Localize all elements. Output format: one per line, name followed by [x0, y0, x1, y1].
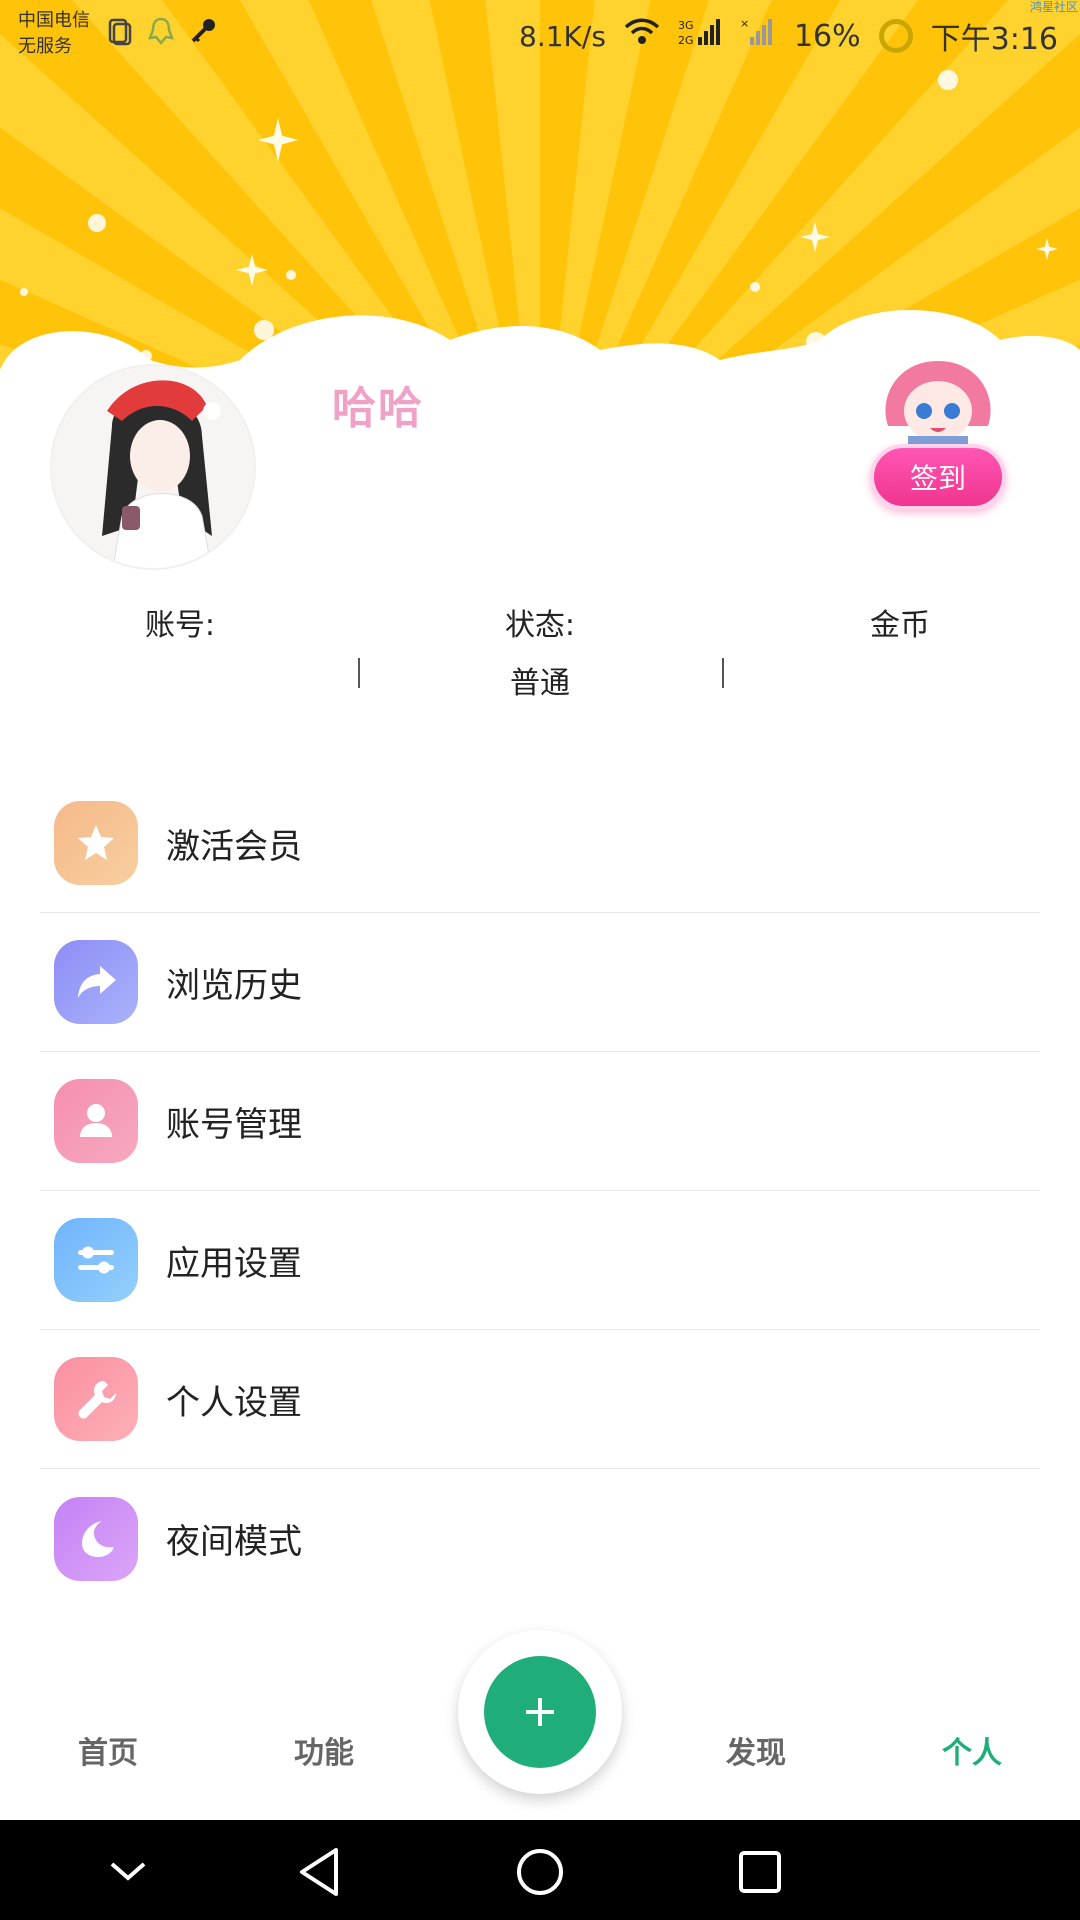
svg-text:×: ×: [740, 17, 749, 30]
add-button[interactable]: [484, 1656, 596, 1768]
carrier-info: 中国电信 无服务: [18, 8, 90, 60]
person-icon: [54, 1079, 138, 1163]
menu-item-history[interactable]: 浏览历史: [40, 913, 1040, 1052]
sparkle-dot: [750, 282, 760, 292]
tab-discover[interactable]: 发现: [648, 1728, 864, 1772]
recents-square-icon: [739, 1851, 781, 1893]
home-button[interactable]: [512, 1844, 568, 1900]
carrier-service: 无服务: [18, 36, 72, 57]
chevron-down-icon: [110, 1862, 146, 1881]
tab-features[interactable]: 功能: [216, 1728, 432, 1772]
status-notification-icons: [104, 16, 218, 46]
menu-item-app-settings[interactable]: 应用设置: [40, 1191, 1040, 1330]
sparkle-dot: [286, 270, 296, 280]
svg-text:3G: 3G: [678, 19, 694, 32]
signal-3g2g-icon: 3G 2G: [678, 17, 722, 55]
sparkle-dot: [88, 214, 106, 232]
recents-button[interactable]: [732, 1844, 788, 1900]
stats-row: 账号: 状态: 普通 金币: [0, 600, 1080, 701]
battery-percent: 16%: [793, 18, 861, 54]
net-speed: 8.1K/s: [519, 19, 606, 53]
share-arrow-icon: [54, 940, 138, 1024]
menu-item-label: 个人设置: [166, 1382, 302, 1423]
sparkle-star-icon: [258, 118, 298, 162]
key-icon: [188, 16, 218, 46]
system-nav-bar: [0, 1820, 1080, 1920]
svg-text:2G: 2G: [678, 34, 694, 47]
menu-item-activate-vip[interactable]: 激活会员: [40, 774, 1040, 913]
stat-coins: 金币: [720, 600, 1080, 694]
menu-item-night-mode[interactable]: 夜间模式: [40, 1469, 1040, 1608]
home-circle-icon: [517, 1849, 563, 1895]
wifi-icon: [624, 18, 660, 54]
menu-item-label: 激活会员: [166, 826, 302, 867]
signal-no-service-icon: ×: [740, 17, 776, 55]
stat-divider: [722, 658, 724, 688]
clock: 下午3:16: [930, 22, 1058, 57]
stat-coins-value: [720, 658, 1080, 694]
back-button[interactable]: [292, 1844, 348, 1900]
menu-item-label: 夜间模式: [166, 1522, 302, 1562]
sparkle-star-icon: [1036, 238, 1058, 260]
qq-icon: [146, 16, 176, 46]
plus-icon: [526, 1698, 554, 1726]
stat-account-value: [0, 658, 360, 694]
sparkle-dot: [20, 288, 28, 296]
status-bar: 中国电信 无服务 8.1K/s 3G 2G × 16% 下午3:16 鸿星社区: [0, 0, 1080, 72]
carrier-name: 中国电信: [18, 10, 90, 31]
mascot-image: [868, 356, 1008, 456]
moon-icon: [54, 1496, 138, 1581]
stat-account-label: 账号:: [144, 608, 216, 643]
star-icon: [54, 801, 138, 885]
stat-divider: [358, 658, 360, 688]
wrench-icon: [54, 1357, 138, 1441]
tab-home[interactable]: 首页: [0, 1728, 216, 1772]
menu-item-account-manage[interactable]: 账号管理: [40, 1052, 1040, 1191]
avatar[interactable]: [50, 364, 256, 570]
stat-status-value: 普通: [510, 666, 570, 701]
menu-item-personal-settings[interactable]: 个人设置: [40, 1330, 1040, 1469]
checkin-button[interactable]: 签到: [870, 444, 1006, 510]
back-triangle-icon: [300, 1848, 338, 1896]
tab-profile[interactable]: 个人: [864, 1728, 1080, 1772]
sparkle-star-icon: [236, 254, 268, 286]
menu-item-label: 账号管理: [166, 1104, 302, 1145]
stat-status: 状态: 普通: [360, 600, 720, 701]
status-right: 8.1K/s 3G 2G × 16% 下午3:16: [519, 14, 1058, 58]
menu-list: 激活会员 浏览历史 账号管理 应用设置 个人设置 夜间模式: [40, 774, 1040, 1608]
nickname: 哈哈: [332, 383, 424, 434]
hide-nav-button[interactable]: [100, 1844, 156, 1900]
menu-item-label: 应用设置: [166, 1243, 302, 1284]
sparkle-dot: [938, 70, 958, 90]
stat-status-label: 状态:: [504, 608, 576, 643]
watermark: 鸿星社区: [1029, 0, 1078, 14]
sliders-icon: [54, 1218, 138, 1302]
battery-icon: [878, 19, 913, 53]
stat-coins-label: 金币: [870, 608, 930, 643]
stat-account: 账号:: [0, 600, 360, 694]
sparkle-star-icon: [800, 222, 830, 252]
document-icon: [104, 16, 134, 46]
menu-item-label: 浏览历史: [166, 965, 302, 1006]
